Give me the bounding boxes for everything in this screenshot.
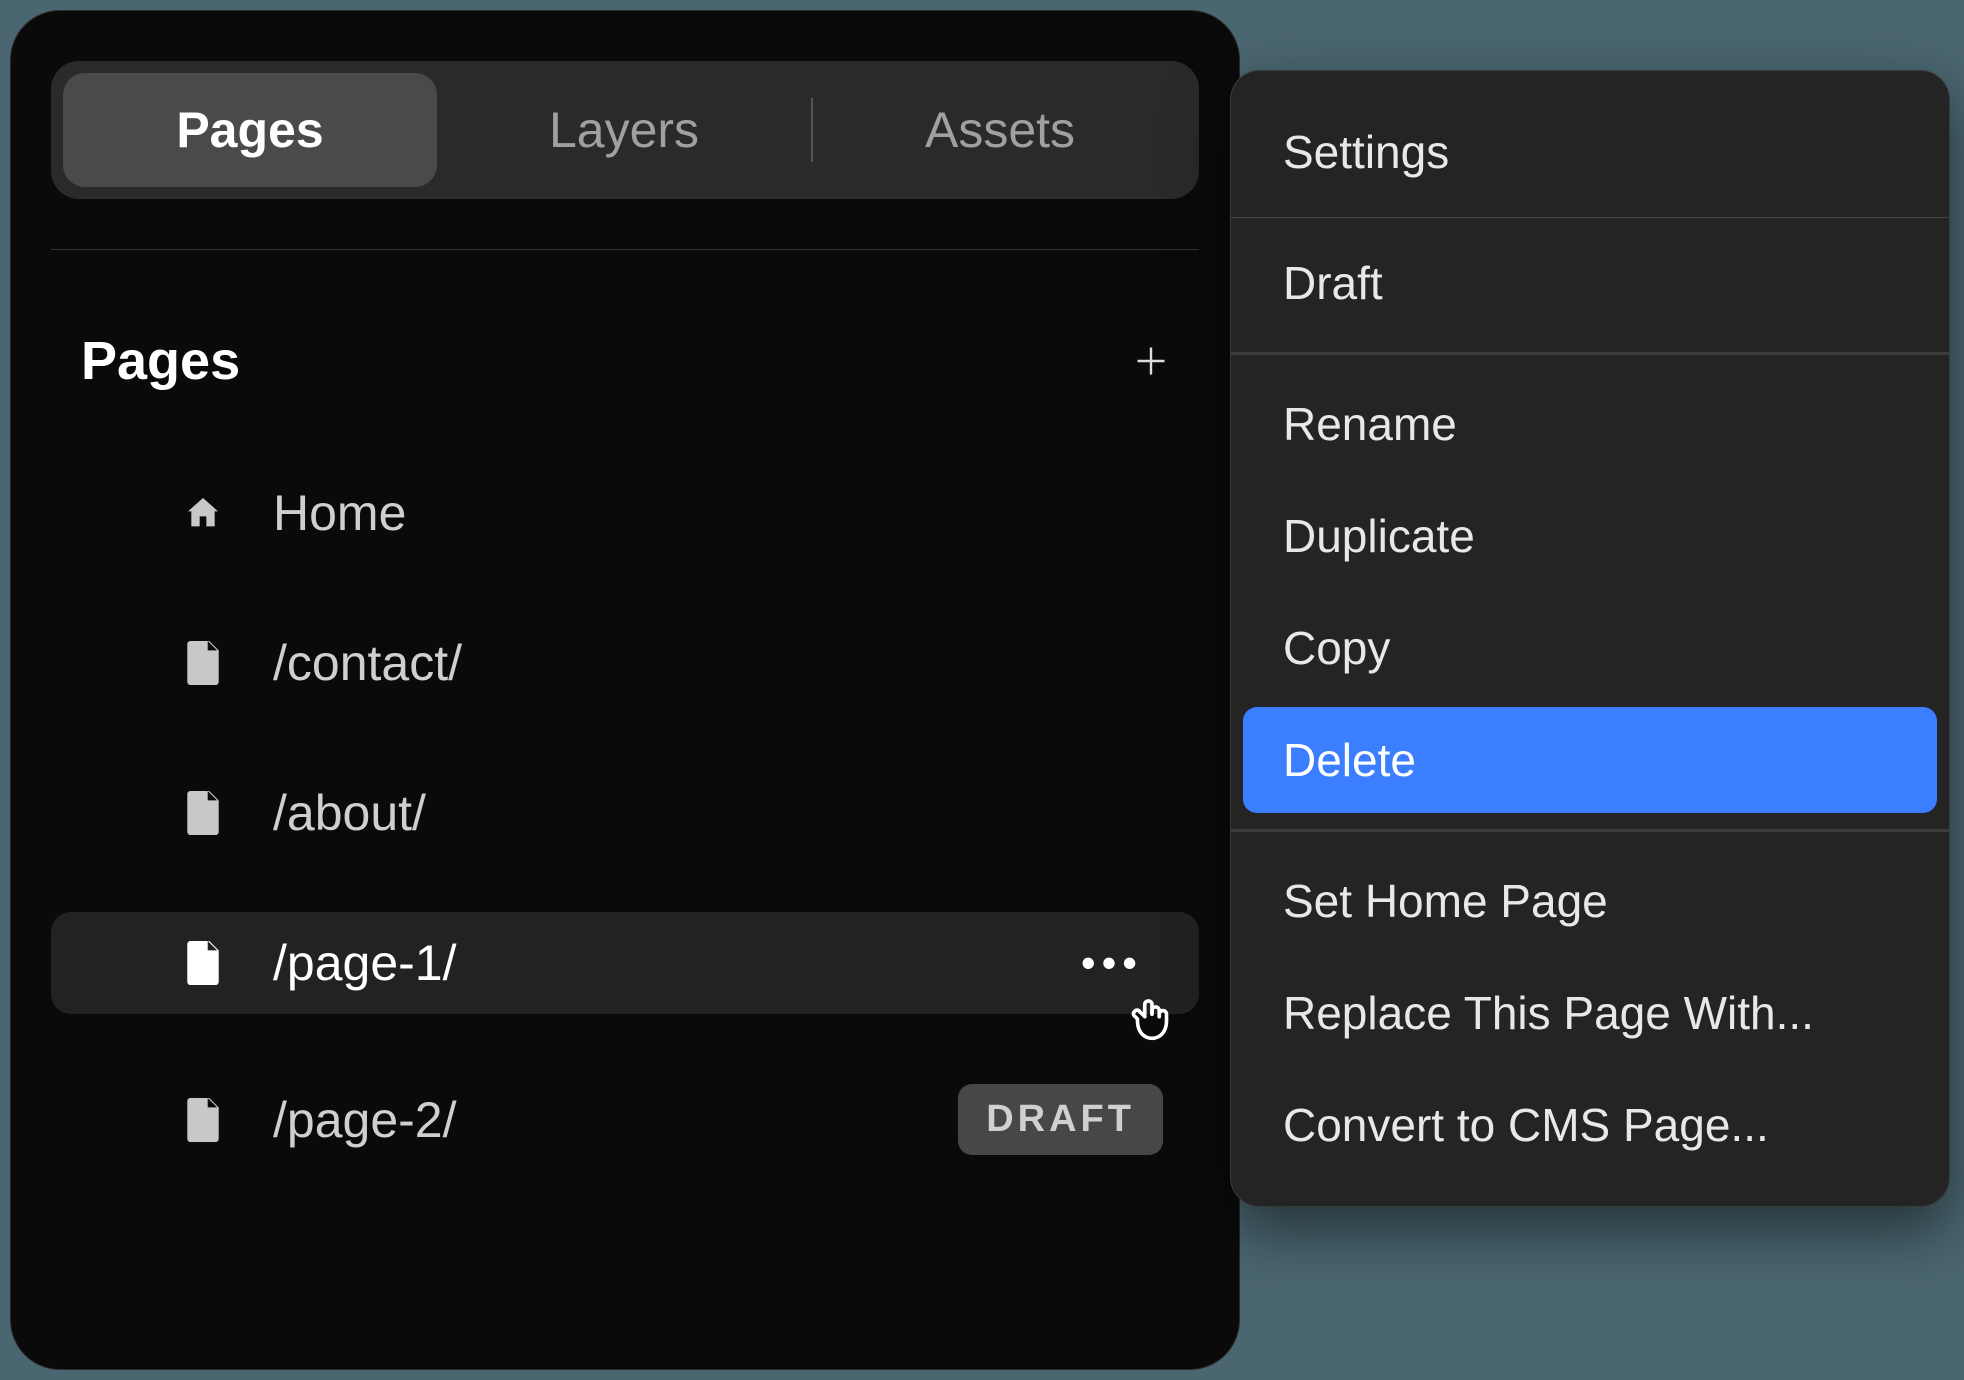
add-page-button[interactable] [1133,343,1169,379]
menu-item-convert-cms[interactable]: Convert to CMS Page... [1243,1072,1937,1178]
page-item-page-1[interactable]: /page-1/ ••• [51,912,1199,1014]
menu-item-label: Set Home Page [1283,875,1608,927]
menu-item-delete[interactable]: Delete [1243,707,1937,813]
more-options-button[interactable]: ••• [1081,939,1143,987]
tab-label: Layers [549,102,699,158]
divider [51,249,1199,250]
menu-item-label: Copy [1283,622,1390,674]
menu-item-label: Replace This Page With... [1283,987,1814,1039]
menu-item-label: Draft [1283,257,1383,309]
home-icon [181,491,225,535]
tab-assets[interactable]: Assets [813,73,1187,187]
file-icon [181,791,225,835]
tab-label: Pages [176,102,323,158]
menu-item-label: Rename [1283,398,1457,450]
menu-item-copy[interactable]: Copy [1243,595,1937,701]
page-label: /page-2/ [273,1091,958,1149]
tab-label: Assets [925,102,1075,158]
page-label: Home [273,484,1163,542]
page-list: Home /contact/ /about/ /page-1/ ••• [51,462,1199,1177]
menu-item-settings[interactable]: Settings [1243,99,1937,205]
page-item-home[interactable]: Home [51,462,1199,564]
page-label: /page-1/ [273,934,1081,992]
tab-layers[interactable]: Layers [437,73,811,187]
tabs-container: Pages Layers Assets [51,61,1199,199]
page-item-contact[interactable]: /contact/ [51,612,1199,714]
page-label: /about/ [273,784,1163,842]
sidebar-panel: Pages Layers Assets Pages Home /contact/ [10,10,1240,1370]
file-icon [181,941,225,985]
menu-divider [1231,829,1949,832]
page-item-about[interactable]: /about/ [51,762,1199,864]
page-label: /contact/ [273,634,1163,692]
menu-item-set-home-page[interactable]: Set Home Page [1243,848,1937,954]
menu-item-label: Settings [1283,126,1449,178]
section-title: Pages [81,330,240,392]
draft-badge: DRAFT [958,1084,1163,1155]
file-icon [181,641,225,685]
menu-item-rename[interactable]: Rename [1243,371,1937,477]
pages-section-header: Pages [51,330,1199,462]
menu-item-label: Duplicate [1283,510,1475,562]
tab-pages[interactable]: Pages [63,73,437,187]
menu-divider [1231,352,1949,355]
page-item-page-2[interactable]: /page-2/ DRAFT [51,1062,1199,1177]
menu-divider [1231,217,1949,218]
cursor-click-icon [1123,990,1181,1048]
context-menu: Settings Draft Rename Duplicate Copy Del… [1230,70,1950,1207]
menu-item-replace-page[interactable]: Replace This Page With... [1243,960,1937,1066]
file-icon [181,1098,225,1142]
menu-item-label: Delete [1283,734,1416,786]
menu-item-duplicate[interactable]: Duplicate [1243,483,1937,589]
menu-item-draft[interactable]: Draft [1243,230,1937,336]
menu-item-label: Convert to CMS Page... [1283,1099,1769,1151]
